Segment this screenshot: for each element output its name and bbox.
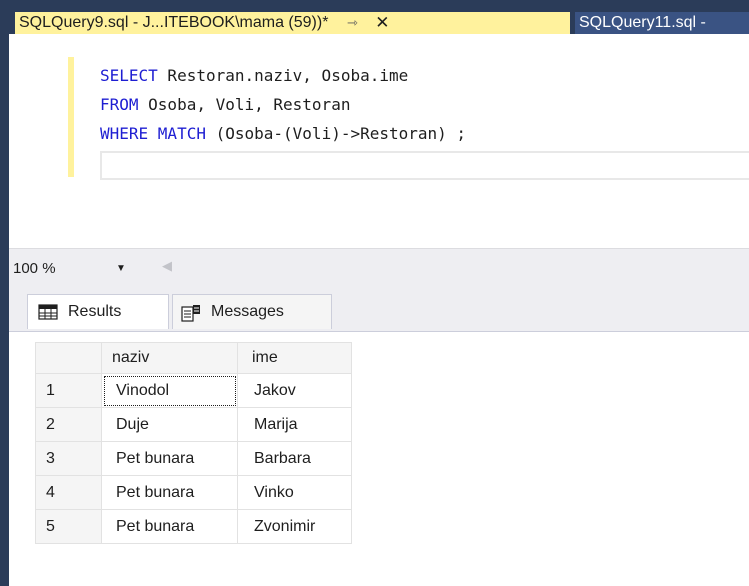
row-number[interactable]: 2 xyxy=(35,407,102,442)
messages-icon xyxy=(181,304,201,322)
sql-text: Osoba, Voli, Restoran xyxy=(138,95,351,114)
table-row: 4 Pet bunara Vinko xyxy=(35,475,352,510)
code-line: SELECT Restoran.naziv, Osoba.ime xyxy=(100,61,466,90)
zoom-bar: 100 % ▼ ◀ xyxy=(9,248,749,283)
tab-sqlquery9[interactable]: SQLQuery9.sql - J...ITEBOOK\mama (59))* … xyxy=(15,12,570,34)
row-number[interactable]: 3 xyxy=(35,441,102,476)
grid-icon xyxy=(38,304,58,320)
results-grid: naziv ime 1 Vinodol Jakov 2 Duje Marija … xyxy=(35,342,352,544)
row-number[interactable]: 4 xyxy=(35,475,102,510)
grid-cell[interactable]: Vinodol xyxy=(101,373,238,408)
column-header-ime[interactable]: ime xyxy=(237,342,352,374)
table-row: 1 Vinodol Jakov xyxy=(35,373,352,408)
scroll-left-icon[interactable]: ◀ xyxy=(162,258,172,274)
column-header-naziv[interactable]: naziv xyxy=(101,342,238,374)
table-row: 2 Duje Marija xyxy=(35,407,352,442)
query-editor[interactable]: SELECT Restoran.naziv, Osoba.ime FROM Oso… xyxy=(9,34,749,248)
zoom-dropdown[interactable]: 100 % ▼ xyxy=(12,257,152,279)
pin-icon[interactable]: ⇾ xyxy=(344,15,360,31)
sql-keyword: WHERE MATCH xyxy=(100,124,206,143)
grid-header-row: naziv ime xyxy=(35,342,352,374)
tab-messages-label: Messages xyxy=(211,303,284,320)
grid-cell[interactable]: Barbara xyxy=(237,441,352,476)
grid-cell[interactable]: Duje xyxy=(101,407,238,442)
sql-keyword: FROM xyxy=(100,95,139,114)
table-row: 5 Pet bunara Zvonimir xyxy=(35,509,352,544)
row-header-corner[interactable] xyxy=(35,342,102,374)
tab-title: SQLQuery11.sql - xyxy=(579,14,706,31)
sql-text: (Osoba-(Voli)->Restoran) ; xyxy=(205,124,467,143)
grid-cell[interactable]: Marija xyxy=(237,407,352,442)
grid-cell[interactable]: Pet bunara xyxy=(101,475,238,510)
zoom-value: 100 % xyxy=(13,259,56,277)
close-icon[interactable]: ✕ xyxy=(374,13,390,33)
results-grid-panel: naziv ime 1 Vinodol Jakov 2 Duje Marija … xyxy=(9,331,749,586)
tab-results[interactable]: Results xyxy=(27,294,169,329)
tab-messages[interactable]: Messages xyxy=(172,294,332,329)
tab-results-label: Results xyxy=(68,303,122,320)
grid-cell[interactable]: Vinko xyxy=(237,475,352,510)
change-tracking-bar xyxy=(68,57,74,177)
code-line: WHERE MATCH (Osoba-(Voli)->Restoran) ; xyxy=(100,119,466,148)
code-text[interactable]: SELECT Restoran.naziv, Osoba.ime FROM Oso… xyxy=(100,61,466,148)
grid-cell[interactable]: Jakov xyxy=(237,373,352,408)
tab-title: SQLQuery9.sql - J...ITEBOOK\mama (59))* xyxy=(19,14,329,31)
chevron-down-icon[interactable]: ▼ xyxy=(116,263,126,274)
grid-cell[interactable]: Pet bunara xyxy=(101,509,238,544)
table-row: 3 Pet bunara Barbara xyxy=(35,441,352,476)
grid-cell[interactable]: Pet bunara xyxy=(101,441,238,476)
sql-keyword: SELECT xyxy=(100,66,158,85)
code-line: FROM Osoba, Voli, Restoran xyxy=(100,90,466,119)
tab-sqlquery11[interactable]: SQLQuery11.sql - xyxy=(575,12,749,34)
row-number[interactable]: 1 xyxy=(35,373,102,408)
window-frame-left xyxy=(0,0,9,586)
results-tab-bar: Results Messages xyxy=(9,283,749,331)
current-line-highlight xyxy=(100,151,749,180)
grid-cell[interactable]: Zvonimir xyxy=(237,509,352,544)
document-tab-strip: SQLQuery9.sql - J...ITEBOOK\mama (59))* … xyxy=(9,0,749,34)
sql-text: Restoran.naziv, Osoba.ime xyxy=(157,66,409,85)
row-number[interactable]: 5 xyxy=(35,509,102,544)
